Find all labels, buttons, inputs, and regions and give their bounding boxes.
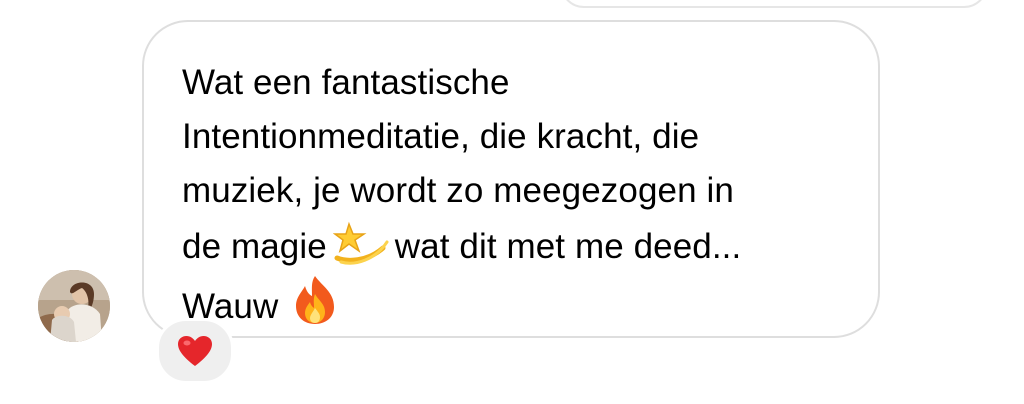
red-heart-icon bbox=[178, 336, 212, 366]
fire-icon bbox=[296, 276, 335, 324]
dizzy-icon bbox=[332, 221, 389, 265]
message-line: Intentionmeditatie, die kracht, die bbox=[182, 117, 700, 156]
message-bubble[interactable]: Wat een fantastische Intentionmeditatie,… bbox=[142, 20, 880, 338]
avatar[interactable] bbox=[38, 270, 110, 342]
reaction-badge[interactable] bbox=[156, 318, 234, 384]
message-line: Wat een fantastische bbox=[182, 63, 510, 102]
previous-message-bubble bbox=[560, 0, 988, 8]
message-line: de magie wat dit met me deed... bbox=[182, 218, 862, 274]
profile-photo-icon bbox=[38, 270, 110, 342]
message-line: muziek, je wordt zo meegezogen in bbox=[182, 171, 734, 210]
message-fragment: wat dit met me deed... bbox=[394, 227, 742, 266]
message-text: Wat een fantastische Intentionmeditatie,… bbox=[182, 56, 862, 334]
message-fragment: de magie bbox=[182, 227, 327, 266]
message-line: Wauw bbox=[182, 274, 862, 334]
